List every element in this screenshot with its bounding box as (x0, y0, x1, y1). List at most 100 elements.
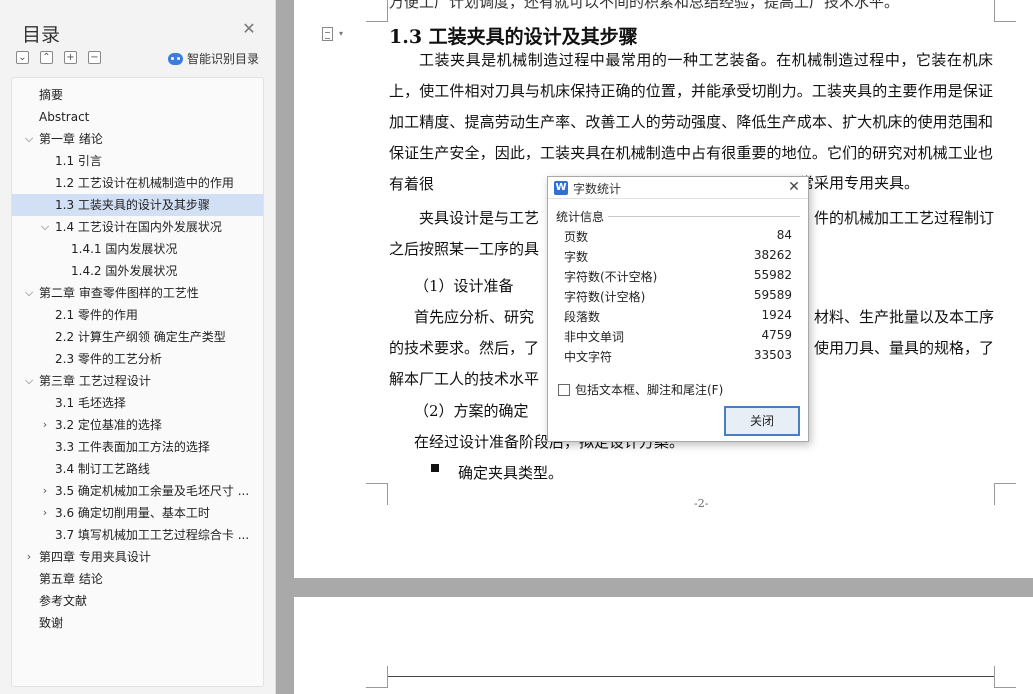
toc-item[interactable]: Abstract (12, 106, 263, 128)
minus-icon[interactable]: − (88, 51, 101, 64)
toc-item[interactable]: 1.2 工艺设计在机械制造中的作用 (12, 172, 263, 194)
chevron-right-icon[interactable]: › (39, 480, 51, 502)
toc-item-label: 1.4 工艺设计在国内外发展状况 (55, 220, 222, 234)
toc-item[interactable]: 1.4.1 国内发展状况 (12, 238, 263, 260)
step-heading: （2）方案的确定 (414, 402, 529, 420)
smart-toc-label: 智能识别目录 (187, 52, 260, 66)
toc-item-label: 3.1 毛坯选择 (55, 396, 126, 410)
paragraph-line: 夹具设计是与工艺 (419, 209, 540, 227)
toc-item[interactable]: ⌵ 第二章 审查零件图样的工艺性 (12, 282, 263, 304)
toc-item-label: 第三章 工艺过程设计 (39, 374, 151, 388)
toc-item[interactable]: ⌵ 第一章 绪论 (12, 128, 263, 150)
toc-item[interactable]: 2.1 零件的作用 (12, 304, 263, 326)
toc-item[interactable]: ⌵ 第三章 工艺过程设计 (12, 370, 263, 392)
toc-item-label: 致谢 (39, 616, 64, 630)
stat-value: 84 (776, 228, 792, 242)
page-number: -2- (694, 497, 709, 510)
page-corner-mark (366, 0, 388, 22)
paragraph-tail: 常采用专用夹具。 (799, 174, 920, 192)
stat-value: 38262 (753, 248, 792, 262)
chevron-down-icon[interactable]: ⌵ (23, 370, 35, 392)
checkbox-icon[interactable] (558, 383, 570, 396)
toc-item[interactable]: 3.4 制订工艺路线 (12, 458, 263, 480)
stat-row: 段落数 1924 (564, 308, 792, 328)
page-corner-mark (366, 666, 388, 688)
toc-item[interactable]: › 3.5 确定机械加工余量及毛坯尺寸 ... (12, 480, 263, 502)
stat-label: 字符数(计空格) (564, 290, 646, 304)
toc-item[interactable]: 第五章 结论 (12, 568, 263, 590)
chevron-right-icon[interactable]: › (23, 546, 35, 568)
toc-item[interactable]: 1.3 工装夹具的设计及其步骤 (12, 194, 263, 216)
toc-item[interactable]: 1.1 引言 (12, 150, 263, 172)
toc-item[interactable]: 3.7 填写机械加工工艺过程综合卡 ... (12, 524, 263, 546)
toc-item-label: 3.5 确定机械加工余量及毛坯尺寸 ... (55, 484, 250, 498)
toc-item-label: 第二章 审查零件图样的工艺性 (39, 286, 199, 300)
toc-item-label: 第五章 结论 (39, 572, 103, 586)
page-corner-mark (994, 483, 1016, 505)
close-icon[interactable]: ✕ (242, 21, 256, 37)
toc-item[interactable]: 致谢 (12, 612, 263, 634)
toc-item[interactable]: 1.4.2 国外发展状况 (12, 260, 263, 282)
stat-label: 页数 (564, 230, 589, 244)
toc-toolbar: ⌄ ⌃ + − (16, 51, 101, 64)
toc-item[interactable]: 参考文献 (12, 590, 263, 612)
chevron-right-icon[interactable]: › (39, 414, 51, 436)
collapse-up-icon[interactable]: ⌃ (40, 51, 53, 64)
wps-logo-icon: W (554, 181, 568, 195)
chevron-right-icon[interactable]: › (39, 502, 51, 524)
stat-row: 中文字符 33503 (564, 348, 792, 368)
stat-value: 33503 (753, 348, 792, 362)
document-icon[interactable]: ▾ (322, 27, 350, 43)
square-bullet-icon (431, 464, 439, 472)
dialog-titlebar[interactable]: W 字数统计 ✕ (548, 177, 808, 199)
robot-icon (168, 52, 183, 65)
paragraph-line: 之后按照某一工序的具 (389, 240, 540, 258)
plus-icon[interactable]: + (64, 51, 77, 64)
paragraph-line: 的技术要求。然后，了 (389, 339, 540, 357)
toc-item[interactable]: 2.2 计算生产纲领 确定生产类型 (12, 326, 263, 348)
toc-sidebar: 目录 ✕ ⌄ ⌃ + − 智能识别目录 摘要 Abstract ⌵ 第一章 绪论 1.1… (0, 0, 276, 694)
word-count-dialog: W 字数统计 ✕ 统计信息 页数 84 字数 38262 字符数(不计空格) 55982 字… (547, 176, 809, 442)
toc-item[interactable]: › 第四章 专用夹具设计 (12, 546, 263, 568)
paragraph-line: 解本厂工人的技术水平 (389, 370, 540, 388)
stat-row: 非中文单词 4759 (564, 328, 792, 348)
toc-item-label: 第四章 专用夹具设计 (39, 550, 151, 564)
page (294, 597, 1033, 694)
toc-item-label: 1.4.1 国内发展状况 (71, 242, 178, 256)
toc-item[interactable]: 摘要 (12, 84, 263, 106)
toc-item[interactable]: › 3.2 定位基准的选择 (12, 414, 263, 436)
smart-toc-button[interactable]: 智能识别目录 (168, 50, 259, 67)
toc-item-label: 2.3 零件的工艺分析 (55, 352, 162, 366)
expand-down-icon[interactable]: ⌄ (16, 51, 29, 64)
stat-label: 非中文单词 (564, 330, 625, 344)
close-icon[interactable]: ✕ (786, 179, 802, 195)
toc-item-label: 摘要 (39, 88, 64, 102)
toc-item-label: 1.1 引言 (55, 154, 102, 168)
toc-item-label: 参考文献 (39, 594, 88, 608)
toc-item-label: 3.3 工件表面加工方法的选择 (55, 440, 210, 454)
stat-value: 1924 (761, 308, 792, 322)
close-button[interactable]: 关闭 (724, 406, 800, 436)
toc-item[interactable]: 2.3 零件的工艺分析 (12, 348, 263, 370)
stat-label: 字数 (564, 250, 589, 264)
include-textbox-checkbox[interactable]: 包括文本框、脚注和尾注(F) (558, 381, 723, 398)
toc-item-label: 2.1 零件的作用 (55, 308, 138, 322)
paragraph-line: 首先应分析、研究 (414, 308, 535, 326)
toc-list: 摘要 Abstract ⌵ 第一章 绪论 1.1 引言 1.2 工艺设计在机械制造中的作用… (11, 77, 264, 687)
toc-item-label: 3.7 填写机械加工工艺过程综合卡 ... (55, 528, 250, 542)
toc-item-label: 第一章 绪论 (39, 132, 103, 146)
dialog-title: 字数统计 (573, 182, 622, 196)
toc-item[interactable]: 3.3 工件表面加工方法的选择 (12, 436, 263, 458)
chevron-down-icon[interactable]: ⌵ (39, 216, 51, 238)
toc-item-label: 1.3 工装夹具的设计及其步骤 (55, 198, 210, 212)
chevron-down-icon[interactable]: ⌵ (23, 282, 35, 304)
page-corner-mark (994, 0, 1016, 22)
toc-item[interactable]: ⌵ 1.4 工艺设计在国内外发展状况 (12, 216, 263, 238)
toc-item-label: Abstract (39, 110, 90, 124)
page-corner-mark (366, 483, 388, 505)
toc-item[interactable]: › 3.6 确定切削用量、基本工时 (12, 502, 263, 524)
paragraph-line: 使用刀具、量具的规格，了 (814, 339, 995, 357)
chevron-down-icon[interactable]: ⌵ (23, 128, 35, 150)
toc-item[interactable]: 3.1 毛坯选择 (12, 392, 263, 414)
paragraph-line: 材料、生产批量以及本工序 (814, 308, 995, 326)
